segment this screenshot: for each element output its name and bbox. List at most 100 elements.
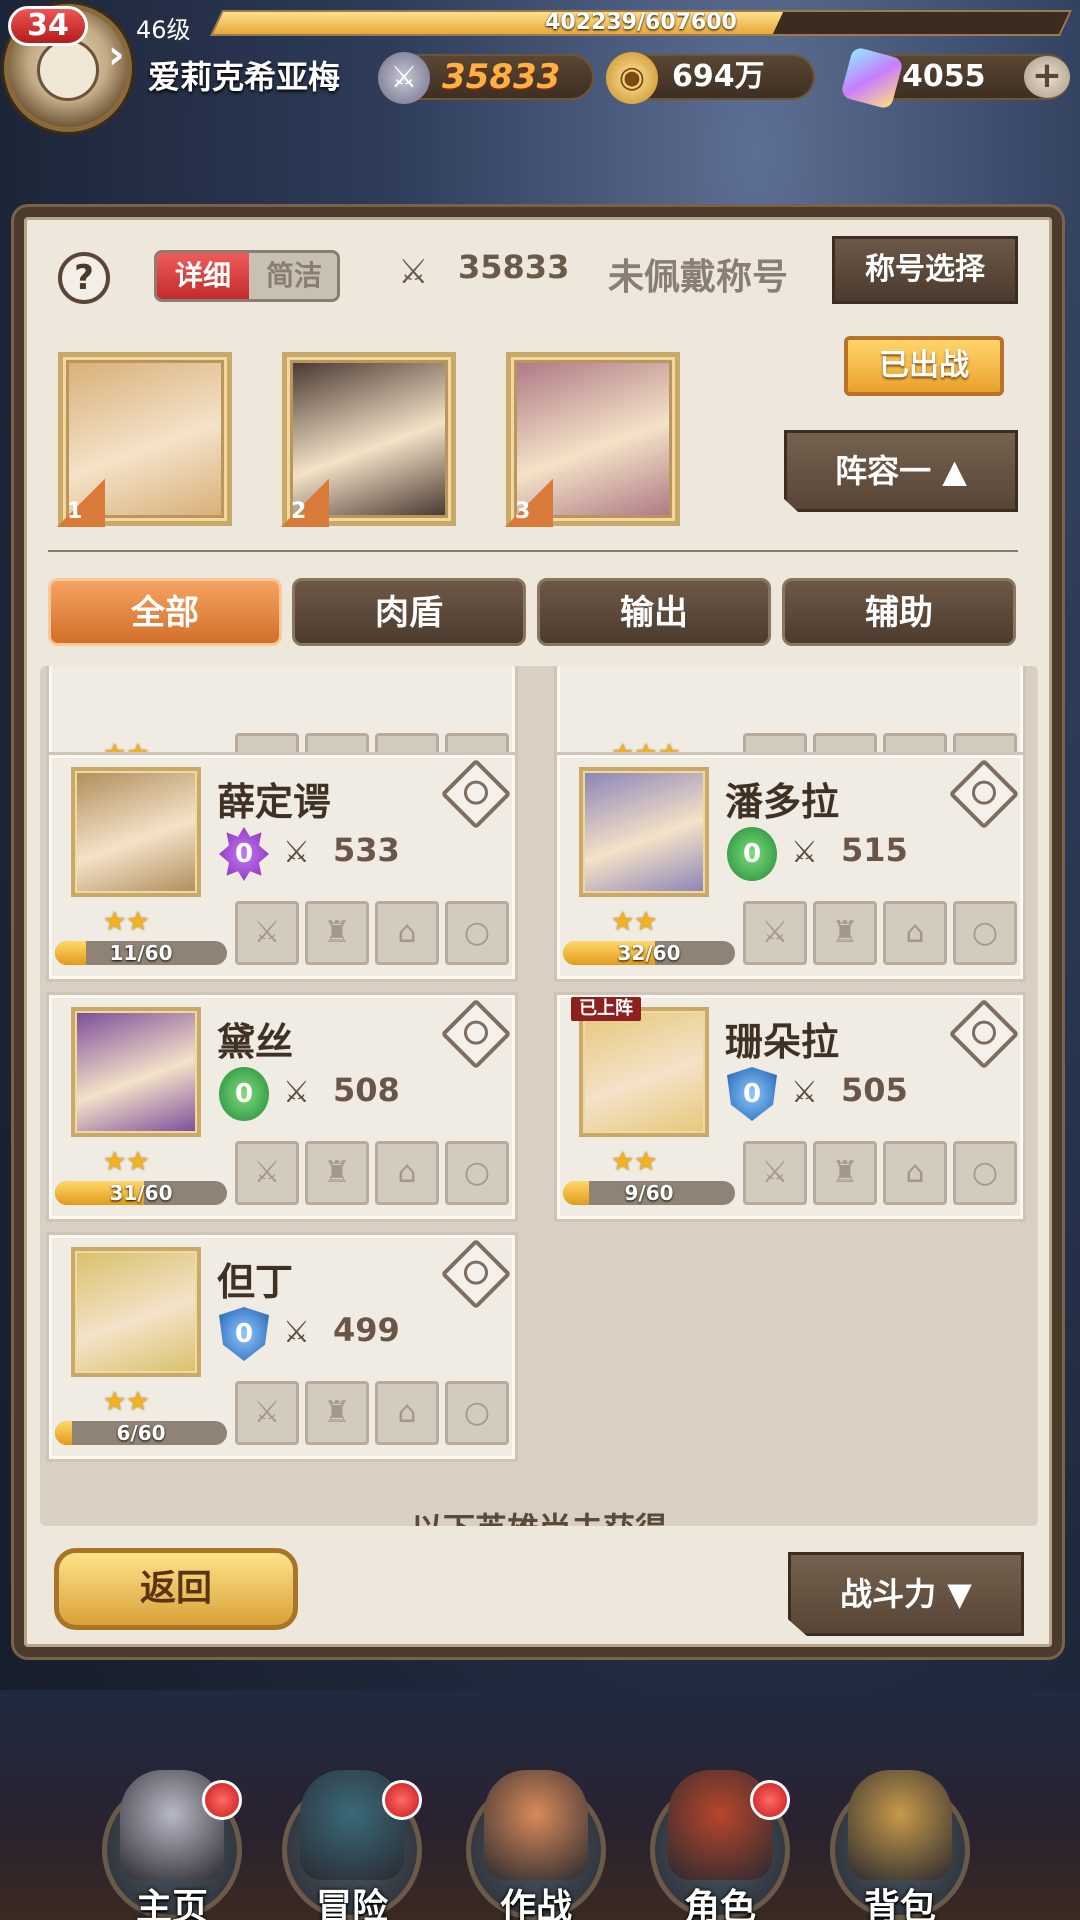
- title-select-button[interactable]: 称号选择: [832, 236, 1018, 304]
- nav-home[interactable]: 主页: [92, 1760, 252, 1920]
- nav-label: 冒险: [315, 1887, 388, 1920]
- hero-list[interactable]: ★★10/60⚔♜⌂○★★★41/120⚔♜⌂○薛定谔0⚔533★★11/60⚔…: [40, 666, 1038, 1526]
- hero-role-icon: 0: [727, 827, 777, 881]
- hero-card[interactable]: 黛丝 0 ⚔ 508 ★★ 31/60 ⚔ ♜ ⌂ ○: [46, 992, 518, 1222]
- avatar-face: [37, 39, 99, 101]
- notification-dot: [750, 1780, 790, 1820]
- add-gems-button[interactable]: +: [1024, 56, 1070, 98]
- team-slot-3[interactable]: 3: [505, 352, 680, 527]
- hero-power: 499: [333, 1311, 400, 1349]
- necklace-icon[interactable]: ○: [445, 1141, 509, 1205]
- armor-icon[interactable]: ♜: [813, 1141, 877, 1205]
- boots-icon[interactable]: ⌂: [883, 901, 947, 965]
- hero-xp-text: 9/60: [624, 1181, 674, 1205]
- help-button[interactable]: ?: [58, 252, 110, 304]
- current-title: 未佩戴称号: [608, 257, 789, 298]
- tab-support[interactable]: 辅助: [782, 578, 1016, 646]
- hero-info-icon[interactable]: [948, 758, 1020, 830]
- divider: [48, 550, 1018, 552]
- nav-label: 角色: [683, 1887, 756, 1920]
- hero-stars: ★★: [611, 907, 658, 937]
- necklace-icon[interactable]: ○: [445, 901, 509, 965]
- hero-portrait: [579, 1007, 709, 1137]
- boots-icon[interactable]: ⌂: [375, 1141, 439, 1205]
- deployed-badge: 已上阵: [571, 997, 641, 1021]
- hero-xp-text: 31/60: [109, 1181, 173, 1205]
- hero-role-icon: 0: [219, 1307, 269, 1361]
- unobtained-divider: 以下英雄尚未获得: [40, 1500, 1038, 1526]
- player-name: 爱莉克希亚梅: [148, 58, 341, 96]
- necklace-icon[interactable]: ○: [953, 901, 1017, 965]
- back-button[interactable]: 返回: [54, 1548, 298, 1630]
- avatar-level-badge: 34: [8, 6, 88, 46]
- team-slot-1[interactable]: 1: [57, 352, 232, 527]
- hero-info-icon[interactable]: [440, 758, 512, 830]
- sword-icon[interactable]: ⚔: [743, 901, 807, 965]
- boots-icon[interactable]: ⌂: [883, 1141, 947, 1205]
- sort-button[interactable]: 战斗力 ▼: [788, 1552, 1024, 1636]
- sword-icon[interactable]: ⚔: [743, 1141, 807, 1205]
- nav-adventure[interactable]: 冒险: [272, 1760, 432, 1920]
- hero-power: 515: [841, 831, 908, 869]
- crossed-swords-icon: ⚔: [791, 835, 818, 870]
- armor-icon[interactable]: ♜: [813, 901, 877, 965]
- crossed-swords-icon: ⚔: [283, 1315, 310, 1350]
- power-display: ⚔ 35833: [378, 52, 594, 104]
- nav-character[interactable]: 角色: [640, 1760, 800, 1920]
- necklace-icon[interactable]: ○: [953, 1141, 1017, 1205]
- tab-tank[interactable]: 肉盾: [292, 578, 526, 646]
- exp-text: 402239/607600: [545, 10, 737, 35]
- crossed-swords-icon: ⚔: [378, 52, 430, 104]
- sword-icon[interactable]: ⚔: [235, 1141, 299, 1205]
- tab-all[interactable]: 全部: [48, 578, 282, 646]
- hero-info-icon[interactable]: [440, 998, 512, 1070]
- hero-info-icon[interactable]: [440, 1238, 512, 1310]
- deployed-button[interactable]: 已出战: [844, 336, 1004, 396]
- hero-power: 508: [333, 1071, 400, 1109]
- necklace-icon[interactable]: ○: [445, 1381, 509, 1445]
- boots-icon[interactable]: ⌂: [375, 1381, 439, 1445]
- hero-portrait: [71, 1247, 201, 1377]
- hero-name: 但丁: [217, 1260, 294, 1304]
- nav-battle[interactable]: 作战: [456, 1760, 616, 1920]
- armor-icon[interactable]: ♜: [305, 1141, 369, 1205]
- crossed-swords-icon: ⚔: [791, 1075, 818, 1110]
- hero-name: 黛丝: [217, 1020, 294, 1064]
- hero-portrait: [579, 767, 709, 897]
- boots-icon[interactable]: ⌂: [375, 901, 439, 965]
- crossed-swords-icon: ⚔: [398, 252, 429, 292]
- hero-stars: ★★: [103, 1147, 150, 1177]
- nav-bag[interactable]: 背包: [820, 1760, 980, 1920]
- player-level: 46级: [136, 16, 191, 44]
- hero-role-icon: 0: [219, 1067, 269, 1121]
- view-simple-button[interactable]: 简洁: [249, 253, 337, 299]
- nav-label: 作战: [499, 1887, 572, 1920]
- armor-icon[interactable]: ♜: [305, 901, 369, 965]
- notification-dot: [202, 1780, 242, 1820]
- hero-card[interactable]: 但丁 0 ⚔ 499 ★★ 6/60 ⚔ ♜ ⌂ ○: [46, 1232, 518, 1462]
- hero-info-icon[interactable]: [948, 998, 1020, 1070]
- hero-card[interactable]: 薛定谔 0 ⚔ 533 ★★ 11/60 ⚔ ♜ ⌂ ○: [46, 752, 518, 982]
- armor-icon[interactable]: ♜: [305, 1381, 369, 1445]
- slot-number: 3: [505, 479, 553, 527]
- gem-icon: [840, 46, 904, 110]
- hero-portrait: [71, 1007, 201, 1137]
- chevron-right-icon[interactable]: ›: [108, 32, 124, 78]
- nav-illustration: [848, 1770, 952, 1880]
- crossed-swords-icon: ⚔: [283, 1075, 310, 1110]
- sword-icon[interactable]: ⚔: [235, 1381, 299, 1445]
- nav-illustration: [484, 1770, 588, 1880]
- sword-icon[interactable]: ⚔: [235, 901, 299, 965]
- view-detail-button[interactable]: 详细: [157, 253, 249, 299]
- power-value: 35833: [442, 57, 561, 97]
- lineup-select-button[interactable]: 阵容一 ▲: [784, 430, 1018, 512]
- hero-role-icon: 0: [727, 1067, 777, 1121]
- hero-card[interactable]: 潘多拉 0 ⚔ 515 ★★ 32/60 ⚔ ♜ ⌂ ○: [554, 752, 1026, 982]
- slot-number: 2: [281, 479, 329, 527]
- tab-damage[interactable]: 输出: [537, 578, 771, 646]
- hero-card[interactable]: 珊朵拉 0 ⚔ 505 已上阵 ★★ 9/60 ⚔ ♜ ⌂ ○: [554, 992, 1026, 1222]
- hero-stars: ★★: [611, 1147, 658, 1177]
- notification-dot: [382, 1780, 422, 1820]
- gold-coin-icon: ◉: [606, 52, 658, 104]
- team-slot-2[interactable]: 2: [281, 352, 456, 527]
